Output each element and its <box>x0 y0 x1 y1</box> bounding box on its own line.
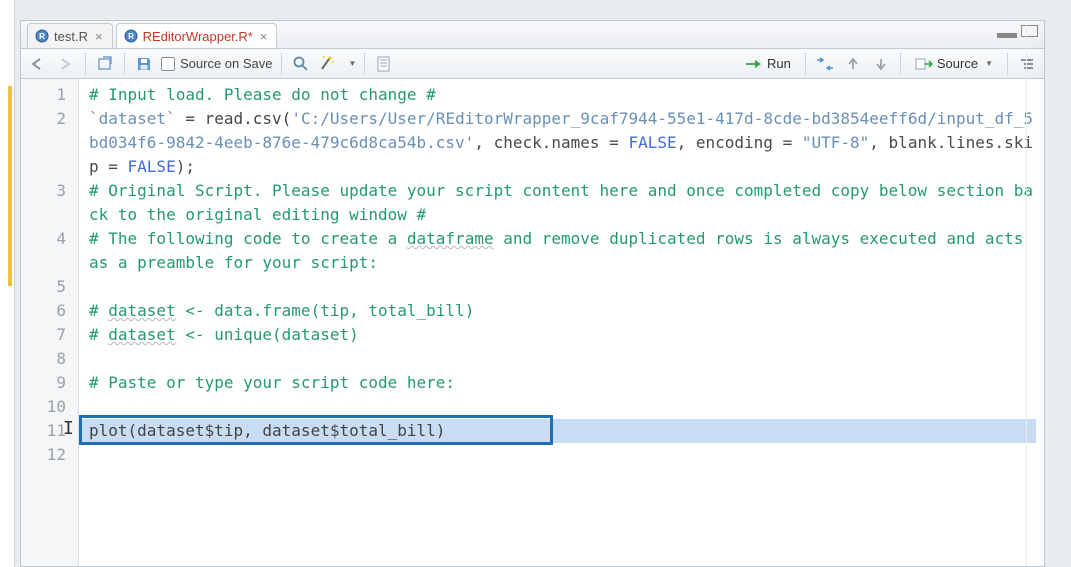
run-icon <box>745 58 763 70</box>
code-editor[interactable]: 123456789101112 # Input load. Please do … <box>21 79 1044 566</box>
tab-label: test.R <box>54 29 88 44</box>
line-number: 3 <box>21 179 78 227</box>
editor-toolbar: Source on Save ▼ Run <box>21 49 1044 79</box>
code-line[interactable]: `dataset` = read.csv('C:/Users/User/REdi… <box>89 107 1036 179</box>
code-line[interactable]: # dataset <- data.frame(tip, total_bill) <box>89 299 1036 323</box>
separator <box>805 53 806 75</box>
separator <box>85 53 86 75</box>
separator <box>1007 53 1008 75</box>
compile-report-button[interactable] <box>373 53 395 75</box>
tab-bar: R test.R × R REditorWrapper.R* × <box>21 21 1044 49</box>
source-button[interactable]: Source ▼ <box>909 54 999 73</box>
r-file-icon: R <box>124 29 138 43</box>
code-line[interactable] <box>89 443 1036 467</box>
line-number: 5 <box>21 275 78 299</box>
code-line[interactable]: # The following code to create a datafra… <box>89 227 1036 275</box>
separator <box>124 53 125 75</box>
line-number: 9 <box>21 371 78 395</box>
tab-test-r[interactable]: R test.R × <box>27 23 113 48</box>
editor-panel: R test.R × R REditorWrapper.R* × <box>20 20 1045 567</box>
change-marker <box>8 86 12 286</box>
go-to-prev-section-button[interactable] <box>842 53 864 75</box>
minimize-pane-icon[interactable] <box>997 33 1017 38</box>
rerun-button[interactable] <box>814 53 836 75</box>
code-line[interactable]: plot(dataset$tip, dataset$total_bill) <box>89 419 1036 443</box>
chevron-down-icon[interactable]: ▼ <box>985 59 993 68</box>
source-on-save-label: Source on Save <box>180 56 273 71</box>
close-icon[interactable]: × <box>260 29 268 44</box>
tab-label: REditorWrapper.R* <box>143 29 253 44</box>
run-button[interactable]: Run <box>739 54 797 73</box>
save-button[interactable] <box>133 53 155 75</box>
svg-text:R: R <box>39 32 45 41</box>
line-number: 4 <box>21 227 78 275</box>
line-number: 8 <box>21 347 78 371</box>
code-line[interactable]: # dataset <- unique(dataset) <box>89 323 1036 347</box>
separator <box>281 53 282 75</box>
nav-back-button[interactable] <box>27 53 49 75</box>
line-number: 12 <box>21 443 78 467</box>
code-line[interactable]: # Input load. Please do not change # <box>89 83 1036 107</box>
line-number: 10 <box>21 395 78 419</box>
find-button[interactable] <box>290 53 312 75</box>
nav-forward-button[interactable] <box>55 53 77 75</box>
line-number: 2 <box>21 107 78 179</box>
separator <box>900 53 901 75</box>
code-line[interactable] <box>89 395 1036 419</box>
close-icon[interactable]: × <box>95 29 103 44</box>
code-line[interactable] <box>89 275 1036 299</box>
source-on-save-checkbox[interactable]: Source on Save <box>161 56 273 71</box>
line-number: 6 <box>21 299 78 323</box>
separator <box>364 53 365 75</box>
code-line[interactable]: # Original Script. Please update your sc… <box>89 179 1036 227</box>
line-number: 7 <box>21 323 78 347</box>
r-file-icon: R <box>35 29 49 43</box>
code-line[interactable]: # Paste or type your script code here: <box>89 371 1036 395</box>
tab-reditorwrapper-r[interactable]: R REditorWrapper.R* × <box>116 23 278 48</box>
source-icon <box>915 57 933 71</box>
show-in-new-window-button[interactable] <box>94 53 116 75</box>
run-label: Run <box>767 56 791 71</box>
right-edge <box>1026 21 1044 566</box>
code-content[interactable]: # Input load. Please do not change #`dat… <box>79 79 1044 566</box>
go-to-next-section-button[interactable] <box>870 53 892 75</box>
svg-text:R: R <box>128 32 134 41</box>
line-number-gutter: 123456789101112 <box>21 79 79 566</box>
line-number: 1 <box>21 83 78 107</box>
text-cursor-icon: I <box>63 417 74 441</box>
chevron-down-icon[interactable]: ▼ <box>349 59 357 68</box>
app-left-gutter <box>0 0 15 567</box>
source-label: Source <box>937 56 978 71</box>
checkbox-icon <box>161 57 175 71</box>
code-line[interactable] <box>89 347 1036 371</box>
code-tools-button[interactable] <box>318 53 340 75</box>
